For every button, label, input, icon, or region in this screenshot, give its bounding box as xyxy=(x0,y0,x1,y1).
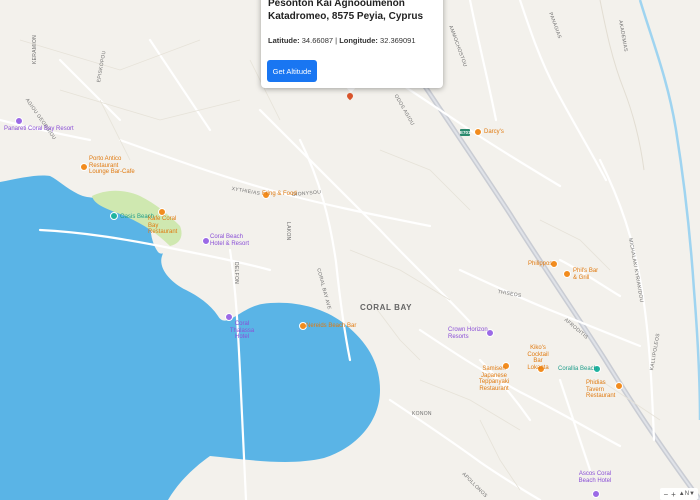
poi-philippos[interactable]: Philippos xyxy=(528,261,552,268)
compass-icon[interactable]: ▲N▼ xyxy=(679,491,695,497)
hotel-icon[interactable] xyxy=(15,117,23,125)
poi-panareti[interactable]: Panareti Coral Bay Resort xyxy=(4,126,74,133)
longitude-label: Longitude: xyxy=(339,36,378,45)
map-canvas[interactable]: KERAMION EPISKOPOU AGIOU GEORGIOU AMMOCH… xyxy=(0,0,700,500)
street-label: LAKON xyxy=(285,222,291,241)
street-label: KERAMION xyxy=(32,34,38,64)
longitude-value: 32.369091 xyxy=(380,36,416,45)
poi-phidias[interactable]: Phidias Tavern Restaurant xyxy=(586,380,616,400)
hotel-icon[interactable] xyxy=(592,490,600,498)
restaurant-icon[interactable] xyxy=(474,128,482,136)
latitude-value: 34.66087 xyxy=(301,36,334,45)
map-controls: − + ▲N▼ xyxy=(660,488,698,500)
street-label: KONON xyxy=(412,411,432,417)
poi-phils[interactable]: Phil's Bar & Grill xyxy=(573,268,601,281)
poi-fring[interactable]: Fring & Food xyxy=(262,191,297,198)
zoom-in-button[interactable]: + xyxy=(671,490,676,499)
hotel-icon[interactable] xyxy=(225,313,233,321)
latitude-label: Latitude: xyxy=(268,36,300,45)
beach-icon[interactable] xyxy=(110,212,118,220)
get-altitude-button[interactable]: Get Altitude xyxy=(267,60,317,82)
poi-kafe-coral[interactable]: Kafe Coral Bay Restaurant xyxy=(148,216,188,236)
poi-crown-horizon[interactable]: Crown Horizon Resorts xyxy=(448,327,488,340)
poi-coral-beach-hotel[interactable]: Coral Beach Hotel & Resort xyxy=(210,234,252,247)
area-label: CORAL BAY xyxy=(360,303,413,312)
popup-address: Pesonton Kai Agnooumenon Katadromeo, 857… xyxy=(268,0,424,22)
poi-nereids[interactable]: Nereids Beach Bar xyxy=(306,323,356,330)
restaurant-icon[interactable] xyxy=(615,382,623,390)
poi-corallia[interactable]: Corallia Beach xyxy=(558,366,597,373)
popup-coordinates: Latitude: 34.66087 | Longitude: 32.36909… xyxy=(268,36,415,45)
location-popup: Pesonton Kai Agnooumenon Katadromeo, 857… xyxy=(261,0,443,88)
poi-coral-thalassa[interactable]: Coral Thalassa Hotel xyxy=(222,321,262,341)
poi-samisen[interactable]: Samisen Japanese Teppanyaki Restaurant xyxy=(470,366,518,392)
restaurant-icon[interactable] xyxy=(80,163,88,171)
poi-porto-antico[interactable]: Porto Antico Restaurant Lounge Bar-Cafe xyxy=(89,156,135,176)
zoom-out-button[interactable]: − xyxy=(663,490,668,499)
poi-kikos[interactable]: Kiko's Cocktail Bar Lokanta xyxy=(523,345,553,371)
restaurant-icon[interactable] xyxy=(563,270,571,278)
hotel-icon[interactable] xyxy=(202,237,210,245)
poi-ascos[interactable]: Ascos Coral Beach Hotel xyxy=(577,471,613,484)
restaurant-icon[interactable] xyxy=(158,208,166,216)
poi-darcys[interactable]: Darcy's xyxy=(484,129,504,136)
road-shield: E701 xyxy=(460,129,471,136)
street-label: DELFON xyxy=(233,262,239,285)
